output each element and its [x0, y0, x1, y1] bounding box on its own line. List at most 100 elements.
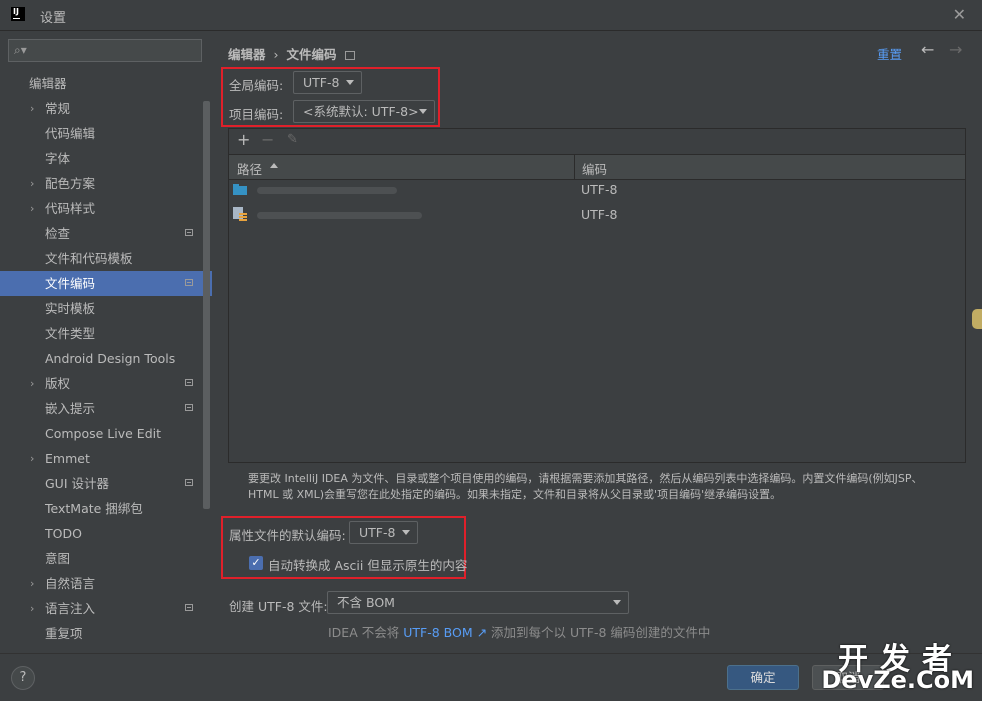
bom-note: IDEA 不会将 UTF-8 BOM ↗ 添加到每个以 UTF-8 编码创建的文…: [328, 622, 710, 641]
sidebar-item-label: TODO: [45, 526, 82, 541]
sidebar-item-file-templates[interactable]: 文件和代码模板: [0, 246, 212, 271]
reset-link[interactable]: 重置: [877, 44, 902, 63]
sidebar-item-inspections[interactable]: 检查: [0, 221, 212, 246]
help-button[interactable]: ?: [11, 666, 35, 690]
sidebar-item-label: 意图: [45, 551, 71, 566]
watermark-line2: DevZe.CoM: [821, 666, 974, 694]
dropdown-arrow-icon: [613, 600, 621, 605]
chevron-right-icon[interactable]: ›: [30, 196, 34, 221]
sidebar-item-todo[interactable]: TODO: [0, 521, 212, 546]
project-scope-icon: [185, 379, 193, 386]
project-scope-icon: [185, 279, 193, 286]
breadcrumb: 编辑器 › 文件编码: [228, 44, 355, 63]
search-input[interactable]: ⌕▾: [8, 39, 202, 62]
dropdown-arrow-icon: [346, 80, 354, 85]
chevron-right-icon[interactable]: ›: [30, 371, 34, 396]
encoding-description: 要更改 IntelliJ IDEA 为文件、目录或整个项目使用的编码，请根据需要…: [248, 472, 923, 501]
table-toolbar: + − ✎: [229, 129, 965, 153]
global-encoding-value: UTF-8: [303, 75, 340, 90]
sidebar-item-code-editing[interactable]: 代码编辑: [0, 121, 212, 146]
project-scope-icon: [185, 404, 193, 411]
column-header-encoding[interactable]: 编码: [582, 159, 607, 178]
sidebar-item-color-scheme[interactable]: › 配色方案: [0, 171, 212, 196]
sidebar-item-label: GUI 设计器: [45, 476, 109, 491]
sidebar-item-label: 版权: [45, 376, 71, 391]
column-divider[interactable]: [574, 155, 575, 179]
edge-marker: [972, 309, 982, 329]
sidebar-item-file-encodings[interactable]: 文件编码: [0, 271, 212, 296]
native-to-ascii-label[interactable]: 自动转换成 Ascii 但显示原生的内容: [268, 555, 467, 574]
global-encoding-select[interactable]: UTF-8: [293, 71, 362, 94]
sidebar-item-inlay-hints[interactable]: 嵌入提示: [0, 396, 212, 421]
sidebar-item-compose-live-edit[interactable]: Compose Live Edit: [0, 421, 212, 446]
sidebar-item-gui-designer[interactable]: GUI 设计器: [0, 471, 212, 496]
row-encoding[interactable]: UTF-8: [581, 207, 617, 222]
search-icon: ⌕▾: [14, 43, 27, 57]
breadcrumb-separator: ›: [273, 47, 279, 62]
bom-note-prefix: IDEA 不会将: [328, 625, 400, 640]
sidebar-item-emmet[interactable]: › Emmet: [0, 446, 212, 471]
remove-icon[interactable]: −: [261, 130, 274, 149]
column-header-path[interactable]: 路径: [237, 159, 262, 178]
redacted-path: [257, 212, 422, 219]
chevron-right-icon[interactable]: ›: [30, 171, 34, 196]
ok-button[interactable]: 确定: [727, 665, 799, 690]
arrow-left-icon[interactable]: ←: [921, 40, 934, 59]
sidebar-item-duplicates[interactable]: 重复项: [0, 621, 212, 646]
project-encoding-select[interactable]: <系统默认: UTF-8>: [293, 100, 435, 123]
project-scope-icon: [185, 479, 193, 486]
table-row[interactable]: UTF-8: [229, 203, 965, 228]
add-icon[interactable]: +: [237, 130, 250, 149]
row-encoding[interactable]: UTF-8: [581, 182, 617, 197]
sidebar-item-editor[interactable]: 编辑器: [0, 71, 212, 96]
sidebar-item-label: 编辑器: [29, 76, 67, 91]
table-row[interactable]: UTF-8: [229, 178, 965, 203]
intellij-app-icon: IJ: [11, 7, 25, 21]
sidebar-item-copyright[interactable]: › 版权: [0, 371, 212, 396]
project-scope-icon: [185, 229, 193, 236]
project-encoding-value: <系统默认: UTF-8>: [303, 104, 419, 119]
chevron-right-icon[interactable]: ›: [30, 596, 34, 621]
dropdown-arrow-icon: [402, 530, 410, 535]
window-title: 设置: [40, 11, 67, 26]
sidebar-item-label: 代码样式: [45, 201, 96, 216]
sidebar-item-natural-languages[interactable]: › 自然语言: [0, 571, 212, 596]
sidebar-item-label: 自然语言: [45, 576, 96, 591]
arrow-right-icon[interactable]: →: [949, 40, 962, 59]
sidebar-item-textmate-bundles[interactable]: TextMate 捆绑包: [0, 496, 212, 521]
sidebar-item-label: 代码编辑: [45, 126, 96, 141]
sidebar-item-file-types[interactable]: 文件类型: [0, 321, 212, 346]
sidebar-item-font[interactable]: 字体: [0, 146, 212, 171]
utf8-bom-link[interactable]: UTF-8 BOM ↗: [403, 625, 487, 640]
sidebar-item-label: 文件编码: [45, 276, 96, 291]
bom-note-suffix: 添加到每个以 UTF-8 编码创建的文件中: [491, 625, 711, 640]
edit-icon[interactable]: ✎: [287, 132, 298, 147]
sidebar-item-label: Android Design Tools: [45, 351, 176, 366]
chevron-right-icon[interactable]: ›: [30, 96, 34, 121]
settings-content: 编辑器 › 文件编码 重置 ← → 全局编码: UTF-8 项目编码: <系统默认:…: [212, 31, 982, 653]
table-header: 路径 编码: [229, 154, 965, 180]
sidebar-item-label: 语言注入: [45, 601, 96, 616]
sidebar-item-live-templates[interactable]: 实时模板: [0, 296, 212, 321]
sidebar-item-label: 实时模板: [45, 301, 96, 316]
sidebar-item-general[interactable]: › 常规: [0, 96, 212, 121]
sidebar-item-code-style[interactable]: › 代码样式: [0, 196, 212, 221]
sidebar-item-label: 字体: [45, 151, 71, 166]
native-to-ascii-checkbox[interactable]: ✓: [249, 556, 263, 570]
sidebar-item-android-design-tools[interactable]: Android Design Tools: [0, 346, 212, 371]
bom-label: 创建 UTF-8 文件:: [229, 599, 328, 614]
redacted-path: [257, 187, 397, 194]
chevron-right-icon[interactable]: ›: [30, 571, 34, 596]
sidebar-item-intentions[interactable]: 意图: [0, 546, 212, 571]
close-icon[interactable]: ✕: [953, 5, 966, 24]
chevron-right-icon[interactable]: ›: [30, 446, 34, 471]
sidebar-item-label: 文件和代码模板: [45, 251, 133, 266]
properties-encoding-select[interactable]: UTF-8: [349, 521, 418, 544]
path-encoding-table: + − ✎ 路径 编码 UTF-8 UTF-8: [228, 128, 966, 463]
sidebar-item-language-injections[interactable]: › 语言注入: [0, 596, 212, 621]
sidebar-item-label: 文件类型: [45, 326, 96, 341]
bom-select[interactable]: 不含 BOM: [327, 591, 629, 614]
sidebar-scrollbar[interactable]: [203, 101, 210, 509]
sidebar-item-label: TextMate 捆绑包: [45, 501, 143, 516]
global-encoding-label: 全局编码:: [229, 78, 284, 93]
